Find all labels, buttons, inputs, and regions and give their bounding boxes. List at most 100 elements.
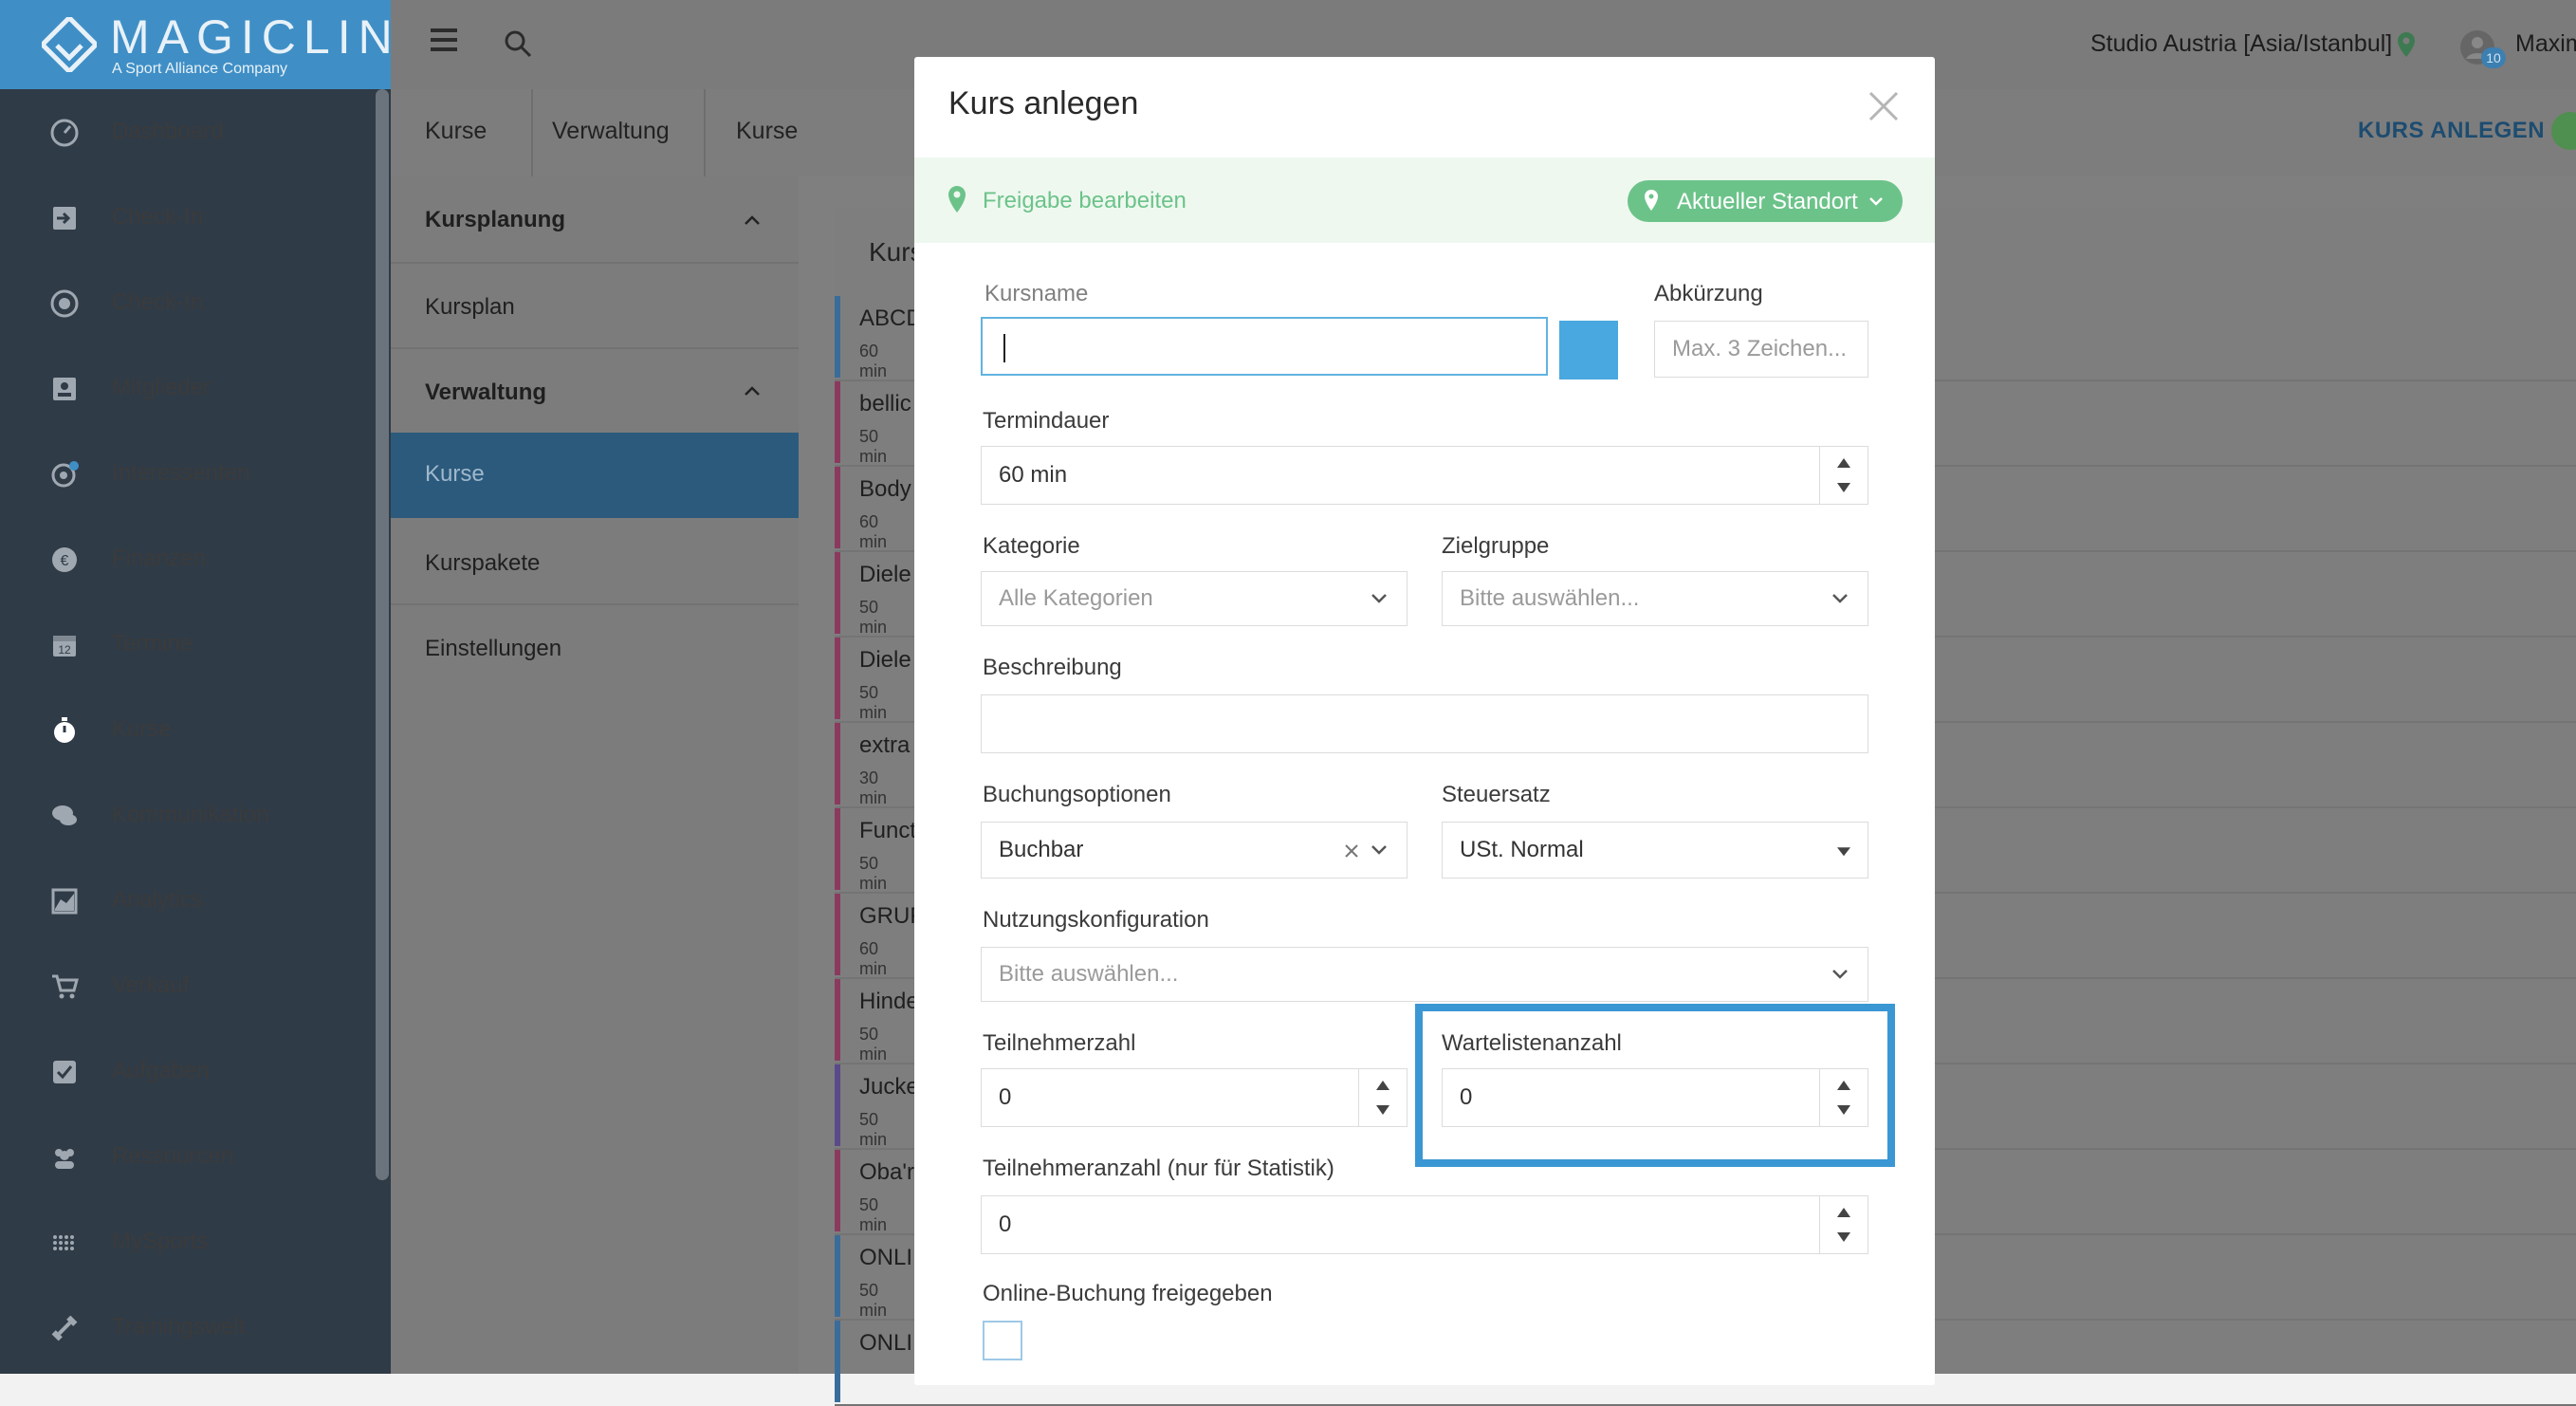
list-item[interactable]: ABCD 60 min [835, 296, 923, 380]
divider [391, 262, 799, 264]
list-item[interactable]: Oba'r 50 min [835, 1150, 914, 1234]
online-buchung-checkbox[interactable] [983, 1321, 1022, 1360]
abkuerzung-input[interactable]: Max. 3 Zeichen... [1654, 321, 1868, 378]
calendar-icon: 12 [53, 636, 76, 657]
list-item[interactable]: Diele 50 min [835, 638, 911, 722]
sidebar-item-label: Verkauf [112, 972, 190, 998]
kurs-anlegen-link[interactable]: KURS ANLEGEN [2358, 118, 2545, 144]
course-duration: 50 min [859, 1025, 888, 1064]
row-color-bar [835, 1235, 840, 1317]
kategorie-select[interactable]: Alle Kategorien [981, 571, 1408, 626]
sidebar-item-check-in[interactable]: Check-In [0, 175, 391, 260]
wartelistenanzahl-stepper[interactable] [1819, 1069, 1868, 1126]
list-item[interactable]: extra 30 min [835, 723, 911, 807]
list-item[interactable]: Diele 50 min [835, 552, 911, 637]
termindauer-stepper[interactable] [1819, 447, 1868, 504]
sidebar-item-ressourcen[interactable]: Ressourcen [0, 1114, 391, 1199]
sidebar-item-analytics[interactable]: Analytics [0, 858, 391, 943]
sidebar-item-mysports[interactable]: MySports [0, 1199, 391, 1285]
green-action-button[interactable] [2551, 112, 2576, 150]
sidebar-item-interessenten[interactable]: Interessenten [0, 431, 391, 516]
wartelistenanzahl-input[interactable]: 0 [1442, 1068, 1868, 1127]
sidebar-item-aufgaben[interactable]: Aufgaben [0, 1028, 391, 1114]
course-duration: 30 min [859, 768, 888, 807]
course-name: Jucke [859, 1074, 919, 1100]
list-item[interactable]: ONLI 50 min [835, 1235, 912, 1320]
list-item[interactable]: Funct 50 min [835, 808, 916, 893]
subnav-item-einstellungen[interactable]: Einstellungen [425, 636, 561, 662]
sidebar-item-kommunikation[interactable]: Kommunikation [0, 772, 391, 858]
breadcrumb-item-kurse[interactable]: Kurse [425, 118, 487, 145]
magicline-logo-icon [42, 17, 97, 72]
teilnehmer-statistik-input[interactable]: 0 [981, 1195, 1868, 1254]
chevron-up-icon[interactable] [744, 385, 761, 397]
sidebar-item-label: Mitglieder [112, 375, 212, 400]
beschreibung-input[interactable] [981, 694, 1868, 753]
brand-logo[interactable]: MAGICLINE A Sport Alliance Company [0, 0, 391, 89]
chat-icon [52, 805, 77, 825]
list-item[interactable]: Hinde 50 min [835, 979, 919, 1064]
nutzungskonfiguration-select[interactable]: Bitte auswählen... [981, 947, 1868, 1002]
sidebar-item-mitglieder[interactable]: Mitglieder [0, 345, 391, 431]
kursname-label: Kursname [984, 281, 1089, 306]
row-color-bar [835, 467, 840, 548]
list-item[interactable]: Body 60 min [835, 467, 911, 551]
subnav-item-kurse-active[interactable]: Kurse [391, 433, 799, 518]
close-icon[interactable] [1867, 89, 1901, 123]
sidebar-item-check-in[interactable]: Check-In [0, 260, 391, 345]
termindauer-label: Termindauer [983, 408, 1110, 434]
chevron-up-icon[interactable] [744, 214, 761, 226]
subnav-item-kurspakete[interactable]: Kurspakete [425, 550, 540, 577]
online-buchung-label: Online-Buchung freigegeben [983, 1281, 1273, 1306]
course-duration: 60 min [859, 342, 888, 380]
user-name[interactable]: Maxim [2515, 30, 2576, 58]
zielgruppe-select[interactable]: Bitte auswählen... [1442, 571, 1868, 626]
steuersatz-label: Steuersatz [1442, 782, 1551, 807]
course-name: bellic [859, 391, 911, 416]
sidebar-item-kurse[interactable]: Kurse [0, 687, 391, 772]
search-icon[interactable] [503, 28, 533, 59]
sidebar-item-label: Check-In [112, 204, 204, 230]
steuersatz-select[interactable]: USt. Normal [1442, 822, 1868, 879]
course-name: ABCD [859, 305, 923, 331]
steuersatz-value: USt. Normal [1460, 837, 1584, 862]
subnav-section-kursplanung[interactable]: Kursplanung [425, 207, 565, 233]
teilnehmerzahl-input[interactable]: 0 [981, 1068, 1408, 1127]
teilnehmer-statistik-stepper[interactable] [1819, 1196, 1868, 1253]
studio-selector[interactable]: Studio Austria [Asia/Istanbul] [2090, 30, 2392, 58]
sidebar-item-label: MySports [112, 1229, 209, 1254]
sidebar-item-dashboard[interactable]: Dashboard [0, 89, 391, 175]
stopwatch-icon [54, 717, 75, 743]
list-item[interactable]: ONLI [835, 1321, 912, 1402]
chevron-down-icon [1869, 197, 1883, 206]
sidebar-scrollbar[interactable] [376, 89, 389, 1180]
breadcrumb-item-verwaltung[interactable]: Verwaltung [552, 118, 670, 145]
list-item[interactable]: GRUP 60 min [835, 894, 925, 978]
clear-icon[interactable] [1344, 843, 1359, 859]
sidebar-item-label: Trainingswelt [112, 1314, 246, 1340]
termindauer-input[interactable]: 60 min [981, 446, 1868, 505]
subnav-section-verwaltung[interactable]: Verwaltung [425, 379, 546, 406]
sidebar-item-termine[interactable]: 12 Termine [0, 601, 391, 687]
color-picker-swatch[interactable] [1559, 321, 1618, 379]
subnav-item-kursplan[interactable]: Kursplan [425, 294, 515, 321]
caret-down-icon [1837, 847, 1850, 857]
current-location-button[interactable]: Aktueller Standort [1628, 180, 1903, 222]
list-item[interactable]: Jucke 50 min [835, 1064, 919, 1149]
menu-icon[interactable] [431, 28, 457, 59]
sidebar-item-verkauf[interactable]: Verkauf [0, 943, 391, 1028]
dumbbell-icon [51, 1315, 78, 1341]
edit-release-link[interactable]: Freigabe bearbeiten [983, 188, 1187, 214]
teilnehmerzahl-stepper[interactable] [1358, 1069, 1407, 1126]
course-name: Funct [859, 818, 917, 843]
row-color-bar [835, 552, 840, 634]
euro-icon: € [52, 547, 77, 572]
sidebar-item-finanzen[interactable]: € Finanzen [0, 516, 391, 601]
buchungsoptionen-select[interactable]: Buchbar [981, 822, 1408, 879]
divider [391, 603, 799, 605]
sidebar-item-trainingswelt[interactable]: Trainingswelt [0, 1285, 391, 1370]
kursname-input[interactable] [981, 317, 1548, 376]
termindauer-value: 60 min [999, 462, 1068, 488]
list-item[interactable]: bellic 50 min [835, 381, 911, 466]
abkuerzung-placeholder: Max. 3 Zeichen... [1672, 336, 1848, 361]
